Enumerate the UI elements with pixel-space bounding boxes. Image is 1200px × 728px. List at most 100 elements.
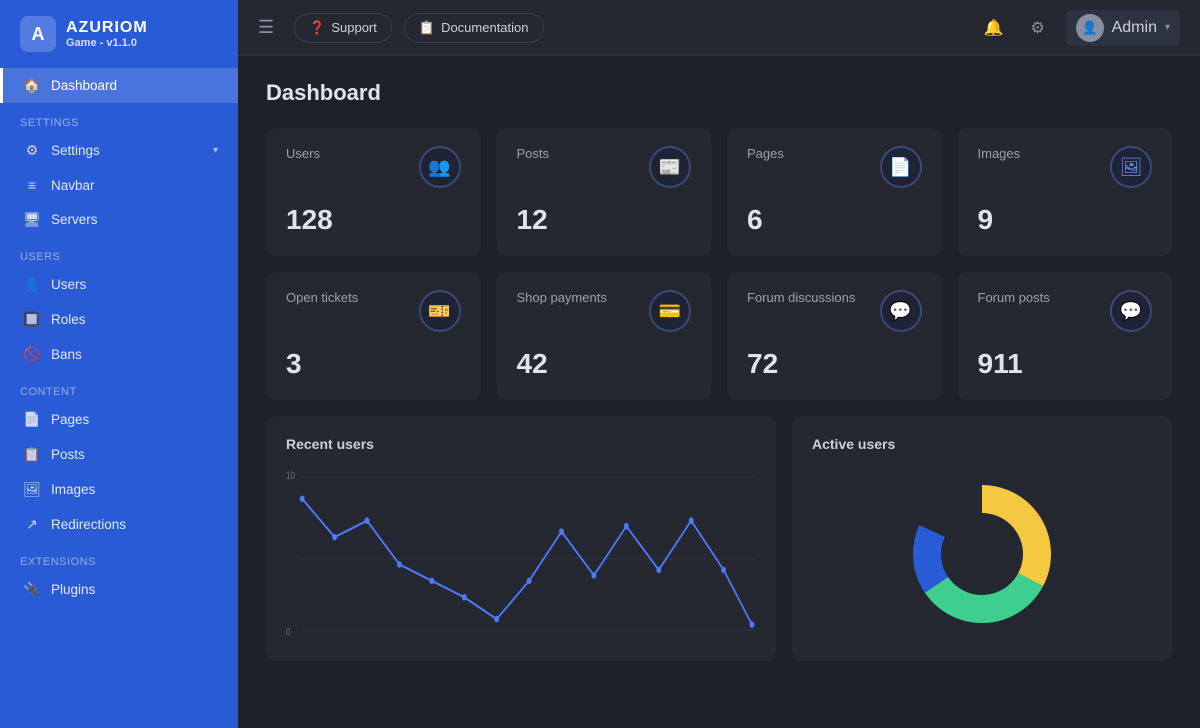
pages-stat-icon: 📄 (880, 146, 922, 188)
brand-name: AZURIOM (66, 18, 148, 37)
sidebar-item-posts[interactable]: 📋 Posts (0, 437, 238, 472)
stat-card-shop-payments: Shop payments 💳 42 (497, 272, 712, 400)
donut-container (812, 466, 1152, 641)
sidebar-item-redirections[interactable]: ↗ Redirections (0, 507, 238, 542)
stat-label-users: Users (286, 146, 320, 161)
stat-label-shop: Shop payments (517, 290, 607, 305)
sidebar-logo: A AZURIOM Game - v1.1.0 (0, 0, 238, 68)
avatar: 👤 (1076, 14, 1104, 42)
admin-label: Admin (1112, 19, 1157, 37)
sidebar-item-label: Servers (51, 212, 98, 227)
sidebar-item-navbar[interactable]: ≡ Navbar (0, 168, 238, 202)
sidebar-item-label: Redirections (51, 517, 126, 532)
sidebar-item-roles[interactable]: 🔲 Roles (0, 302, 238, 337)
users-stat-icon: 👥 (419, 146, 461, 188)
stat-card-posts: Posts 📰 12 (497, 128, 712, 256)
stat-card-users: Users 👥 128 (266, 128, 481, 256)
main-area: ☰ ❓ Support 📋 Documentation 🔔 ⚙ 👤 Admin … (238, 0, 1200, 728)
stat-label-forum-posts: Forum posts (978, 290, 1050, 305)
section-label-extensions: Extensions (0, 542, 238, 572)
pages-icon: 📄 (23, 411, 41, 428)
tickets-stat-icon: 🎫 (419, 290, 461, 332)
docs-icon: 📋 (419, 20, 435, 36)
support-icon: ❓ (309, 20, 325, 36)
svg-text:10: 10 (286, 470, 295, 482)
stat-value-tickets: 3 (286, 348, 461, 380)
active-users-title: Active users (812, 436, 1152, 452)
sidebar-item-label: Posts (51, 447, 85, 462)
stats-grid-row2: Open tickets 🎫 3 Shop payments 💳 42 Foru… (266, 272, 1172, 400)
sidebar-item-servers[interactable]: 🖥 Servers (0, 202, 238, 237)
stat-card-images: Images 🖼 9 (958, 128, 1173, 256)
recent-users-title: Recent users (286, 436, 756, 452)
charts-row: Recent users 10 0 (266, 416, 1172, 661)
stat-value-images: 9 (978, 204, 1153, 236)
stat-label-tickets: Open tickets (286, 290, 358, 305)
stat-label-posts: Posts (517, 146, 550, 161)
sidebar-item-images[interactable]: 🖼 Images (0, 472, 238, 507)
notifications-icon[interactable]: 🔔 (978, 12, 1010, 44)
sidebar-item-label: Images (51, 482, 95, 497)
forum-posts-stat-icon: 💬 (1110, 290, 1152, 332)
sidebar-item-pages[interactable]: 📄 Pages (0, 402, 238, 437)
stat-value-posts: 12 (517, 204, 692, 236)
stats-grid-row1: Users 👥 128 Posts 📰 12 Pages 📄 6 (266, 128, 1172, 256)
logo-text: AZURIOM Game - v1.1.0 (66, 18, 148, 50)
recent-users-chart: Recent users 10 0 (266, 416, 776, 661)
stat-card-forum-posts: Forum posts 💬 911 (958, 272, 1173, 400)
support-label: Support (331, 20, 377, 35)
forum-disc-stat-icon: 💬 (880, 290, 922, 332)
stat-label-images: Images (978, 146, 1021, 161)
sidebar-item-label: Plugins (51, 582, 95, 597)
stat-value-pages: 6 (747, 204, 922, 236)
sidebar-item-label: Pages (51, 412, 89, 427)
plugins-icon: 🔌 (23, 581, 41, 598)
support-button[interactable]: ❓ Support (294, 13, 392, 43)
stat-label-pages: Pages (747, 146, 784, 161)
sidebar-item-dashboard[interactable]: 🏠 Dashboard (0, 68, 238, 103)
logo-icon: A (20, 16, 56, 52)
users-icon: 👤 (23, 276, 41, 293)
stat-value-shop: 42 (517, 348, 692, 380)
navbar-icon: ≡ (23, 177, 41, 193)
settings-gear-icon[interactable]: ⚙ (1022, 12, 1054, 44)
sidebar-item-label: Settings (51, 143, 100, 158)
user-avatar-menu[interactable]: 👤 Admin ▾ (1066, 10, 1180, 46)
shop-stat-icon: 💳 (649, 290, 691, 332)
sidebar: A AZURIOM Game - v1.1.0 🏠 Dashboard Sett… (0, 0, 238, 728)
sidebar-item-users[interactable]: 👤 Users (0, 267, 238, 302)
posts-icon: 📋 (23, 446, 41, 463)
stat-label-forum-disc: Forum discussions (747, 290, 855, 305)
content-area: Dashboard Users 👥 128 Posts 📰 12 Pages (238, 56, 1200, 728)
stat-value-forum-posts: 911 (978, 348, 1153, 380)
sidebar-item-settings[interactable]: ⚙ Settings ▾ (0, 133, 238, 168)
sidebar-item-plugins[interactable]: 🔌 Plugins (0, 572, 238, 607)
chevron-icon: ▾ (213, 145, 218, 156)
svg-text:0: 0 (286, 626, 291, 638)
page-title: Dashboard (266, 80, 1172, 106)
sidebar-item-label: Dashboard (51, 78, 117, 93)
stat-card-pages: Pages 📄 6 (727, 128, 942, 256)
sidebar-item-label: Bans (51, 347, 82, 362)
stat-value-users: 128 (286, 204, 461, 236)
donut-chart-svg (902, 474, 1062, 634)
hamburger-icon[interactable]: ☰ (258, 17, 274, 38)
sidebar-item-bans[interactable]: 🚫 Bans (0, 337, 238, 372)
posts-stat-icon: 📰 (649, 146, 691, 188)
images-stat-icon: 🖼 (1110, 146, 1152, 188)
stat-value-forum-disc: 72 (747, 348, 922, 380)
servers-icon: 🖥 (23, 211, 41, 228)
active-users-chart: Active users (792, 416, 1172, 661)
brand-version: Game - v1.1.0 (66, 37, 148, 50)
images-icon: 🖼 (23, 481, 41, 498)
docs-label: Documentation (441, 20, 528, 35)
section-label-content: Content (0, 372, 238, 402)
stat-card-forum-discussions: Forum discussions 💬 72 (727, 272, 942, 400)
roles-icon: 🔲 (23, 311, 41, 328)
sidebar-item-label: Roles (51, 312, 86, 327)
section-label-settings: Settings (0, 103, 238, 133)
redirections-icon: ↗ (23, 516, 41, 533)
sidebar-item-label: Users (51, 277, 86, 292)
sidebar-item-label: Navbar (51, 178, 95, 193)
documentation-button[interactable]: 📋 Documentation (404, 13, 544, 43)
